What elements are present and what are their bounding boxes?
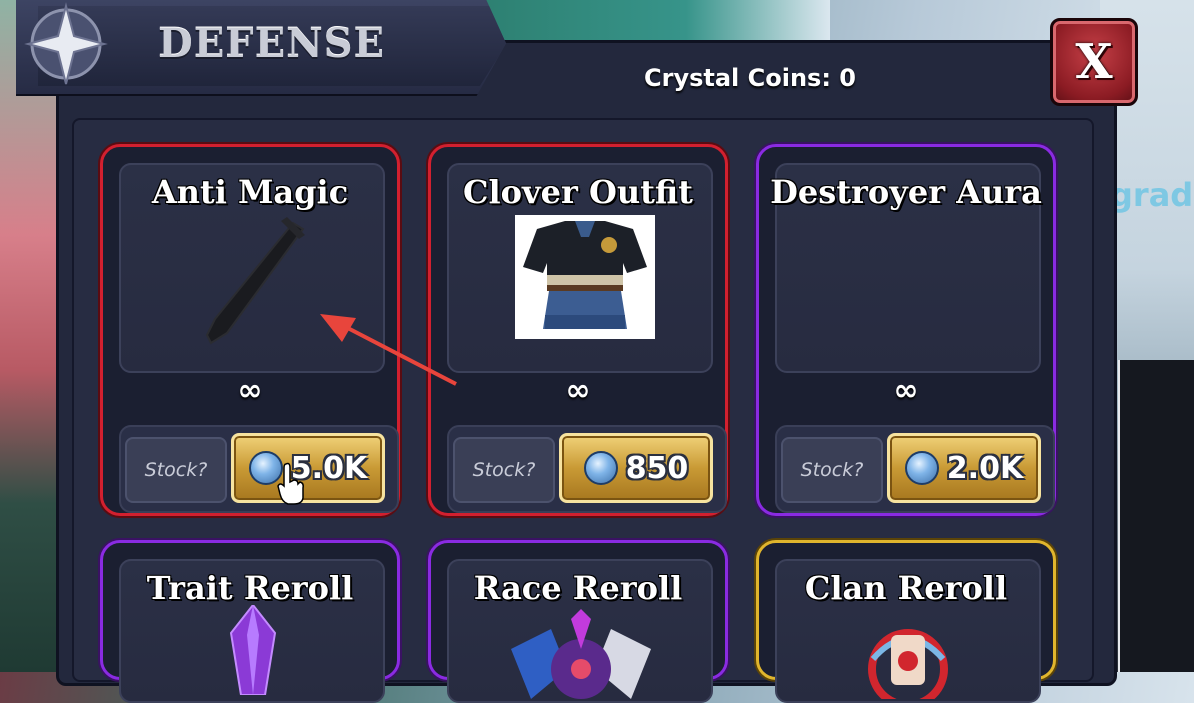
- close-icon: X: [1075, 34, 1113, 90]
- buy-button[interactable]: 850: [559, 433, 713, 503]
- sword-icon: [205, 217, 305, 345]
- hand-cursor-icon: [277, 462, 304, 505]
- close-button[interactable]: X: [1050, 18, 1138, 106]
- shop-item-card-clover-outfit[interactable]: Clover Outfit ∞ Stock? 850: [428, 144, 728, 516]
- crystal-coin-icon: [583, 451, 618, 485]
- stock-button[interactable]: Stock?: [125, 437, 227, 503]
- background-figure: [1118, 360, 1194, 672]
- outfit-image: [515, 215, 655, 339]
- item-name: Destroyer Aura: [770, 173, 1042, 211]
- shop-item-card-clan-reroll[interactable]: Clan Reroll: [756, 540, 1056, 703]
- item-name: Trait Reroll: [146, 569, 354, 607]
- item-price: 850: [625, 450, 689, 486]
- buy-button[interactable]: 5.0K: [231, 433, 385, 503]
- buy-button[interactable]: 2.0K: [887, 433, 1041, 503]
- item-name: Anti Magic: [151, 173, 349, 211]
- clan-emblem-icon: [868, 629, 948, 699]
- item-stock: ∞: [237, 373, 263, 408]
- item-name: Race Reroll: [473, 569, 683, 607]
- item-stock: ∞: [565, 373, 591, 408]
- crystal-coins-balance: Crystal Coins: 0: [644, 64, 856, 92]
- winged-helmet-icon: [511, 609, 651, 699]
- shop-item-card-anti-magic[interactable]: Anti Magic ∞ Stock? 5.0K: [100, 144, 400, 516]
- crystal-coin-icon: [904, 451, 939, 485]
- buy-row: Stock? 2.0K: [775, 425, 1055, 513]
- stock-button[interactable]: Stock?: [453, 437, 555, 503]
- shop-item-card-trait-reroll[interactable]: Trait Reroll: [100, 540, 400, 703]
- crystal-icon: [229, 605, 277, 695]
- buy-row: Stock? 5.0K: [119, 425, 399, 513]
- item-price: 2.0K: [946, 450, 1024, 486]
- background-scenery-top: [470, 0, 830, 45]
- buy-row: Stock? 850: [447, 425, 727, 513]
- item-name: Clan Reroll: [804, 569, 1008, 607]
- star-emblem-icon: [24, 2, 108, 85]
- background-partial-text: grade: [1110, 176, 1194, 214]
- item-stock: ∞: [893, 373, 919, 408]
- shop-item-card-race-reroll[interactable]: Race Reroll: [428, 540, 728, 703]
- page-title: DEFENSE: [158, 20, 385, 67]
- shop-item-card-destroyer-aura[interactable]: Destroyer Aura ∞ Stock? 2.0K: [756, 144, 1056, 516]
- stock-button[interactable]: Stock?: [781, 437, 883, 503]
- item-name: Clover Outfit: [463, 173, 693, 211]
